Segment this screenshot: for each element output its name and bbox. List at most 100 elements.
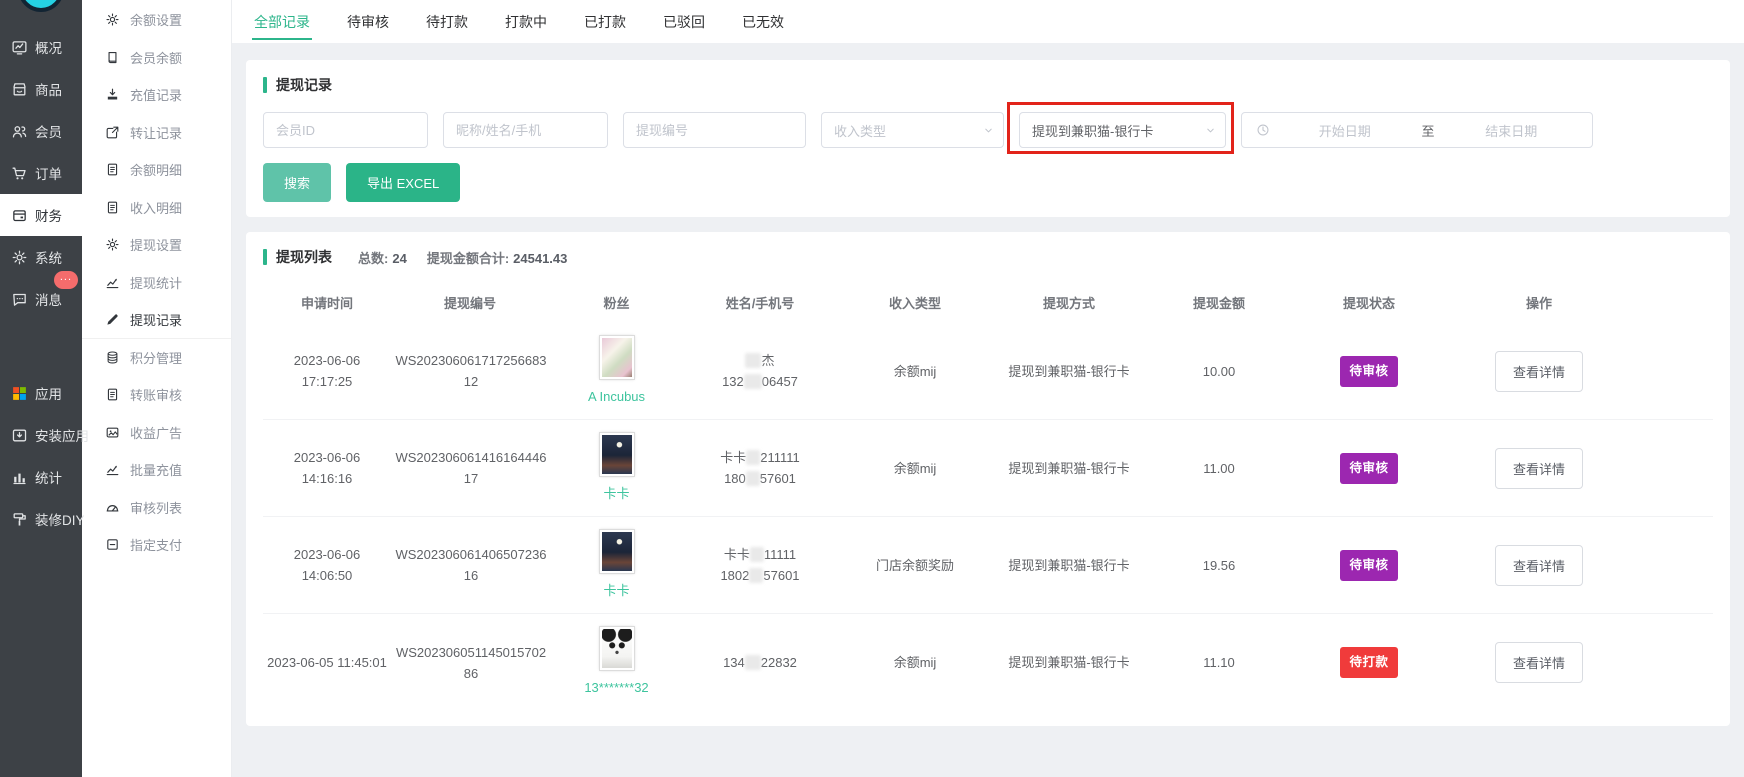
clock-icon bbox=[1256, 123, 1270, 137]
rail-item-6[interactable]: 消息... bbox=[0, 278, 82, 320]
doc-icon bbox=[105, 200, 120, 215]
status-badge: 待审核 bbox=[1340, 356, 1397, 387]
submenu-item-10[interactable]: 转账审核 bbox=[82, 376, 231, 414]
tab-6[interactable]: 已无效 bbox=[742, 0, 784, 43]
column-header-7: 提现状态 bbox=[1294, 293, 1444, 312]
submenu-item-14[interactable]: 指定支付 bbox=[82, 526, 231, 564]
gear-icon bbox=[11, 249, 28, 266]
withdraw-method-select-wrap: 提现到兼职猫-银行卡 bbox=[1019, 112, 1226, 148]
rail-item-4[interactable]: 财务 bbox=[0, 194, 82, 236]
withdraw-no-input[interactable] bbox=[623, 112, 806, 148]
tab-5[interactable]: 已驳回 bbox=[663, 0, 705, 43]
install-icon bbox=[11, 427, 28, 444]
fan-nickname[interactable]: 13*******32 bbox=[584, 677, 648, 698]
end-date-input[interactable]: 结束日期 bbox=[1441, 121, 1583, 140]
withdraw-amount: 10.00 bbox=[1144, 355, 1294, 388]
chart-icon bbox=[105, 275, 120, 290]
roller-icon bbox=[11, 511, 28, 528]
privacy-blur bbox=[745, 353, 761, 368]
tab-1[interactable]: 待审核 bbox=[347, 0, 389, 43]
customer-phone: 18057601 bbox=[688, 468, 832, 489]
privacy-blur bbox=[749, 568, 763, 583]
rail-item-9[interactable]: 统计 bbox=[0, 456, 82, 498]
view-detail-button[interactable]: 查看详情 bbox=[1495, 545, 1583, 586]
rail-item-0[interactable]: 概况 bbox=[0, 26, 82, 68]
tab-2[interactable]: 待打款 bbox=[426, 0, 468, 43]
submenu-item-1[interactable]: 会员余额 bbox=[82, 39, 231, 77]
store-icon bbox=[11, 81, 28, 98]
rail-item-1[interactable]: 商品 bbox=[0, 68, 82, 110]
gauge-icon bbox=[105, 500, 120, 515]
date-range-picker[interactable]: 开始日期 至 结束日期 bbox=[1241, 112, 1593, 148]
rail-item-8[interactable]: 安装应用 bbox=[0, 414, 82, 456]
submenu-item-11[interactable]: 收益广告 bbox=[82, 414, 231, 452]
submenu-item-label: 会员余额 bbox=[130, 48, 182, 67]
masked-text: 57601 bbox=[760, 471, 796, 486]
start-date-input[interactable]: 开始日期 bbox=[1274, 121, 1416, 140]
apply-time: 2023-06-06 14:06:50 bbox=[263, 538, 391, 592]
submenu-item-6[interactable]: 提现设置 bbox=[82, 226, 231, 264]
view-detail-button[interactable]: 查看详情 bbox=[1495, 448, 1583, 489]
rail-item-7[interactable]: 应用 bbox=[0, 372, 82, 414]
rail-item-3[interactable]: 订单 bbox=[0, 152, 82, 194]
rail-item-2[interactable]: 会员 bbox=[0, 110, 82, 152]
rail-item-10[interactable]: 装修DIY bbox=[0, 498, 82, 540]
chart-icon bbox=[105, 462, 120, 477]
withdraw-amount: 11.10 bbox=[1144, 646, 1294, 679]
coins-icon bbox=[105, 350, 120, 365]
withdraw-method: 提现到兼职猫-银行卡 bbox=[994, 355, 1144, 388]
cart-icon bbox=[11, 165, 28, 182]
view-detail-button[interactable]: 查看详情 bbox=[1495, 351, 1583, 392]
primary-nav-list: 概况商品会员订单财务系统消息...应用安装应用统计装修DIY bbox=[0, 26, 82, 540]
withdraw-amount: 19.56 bbox=[1144, 549, 1294, 582]
submenu-item-9[interactable]: 积分管理 bbox=[82, 339, 231, 377]
column-header-3: 姓名/手机号 bbox=[684, 293, 836, 312]
submenu-item-0[interactable]: 余额设置 bbox=[82, 1, 231, 39]
member-id-input[interactable] bbox=[263, 112, 428, 148]
apply-time: 2023-06-06 14:16:16 bbox=[263, 441, 391, 495]
primary-sidebar: 概况商品会员订单财务系统消息...应用安装应用统计装修DIY bbox=[0, 0, 82, 777]
submenu-item-5[interactable]: 收入明细 bbox=[82, 189, 231, 227]
withdraw-search-card: 提现记录 收入类型 提现到兼职猫-银行卡 bbox=[246, 60, 1730, 217]
fan-cell: 卡卡 bbox=[553, 433, 680, 504]
submenu-item-12[interactable]: 批量充值 bbox=[82, 451, 231, 489]
tab-0[interactable]: 全部记录 bbox=[254, 0, 310, 43]
search-button[interactable]: 搜索 bbox=[263, 163, 331, 202]
rail-gap bbox=[0, 320, 82, 372]
submenu-item-2[interactable]: 充值记录 bbox=[82, 76, 231, 114]
search-title-text: 提现记录 bbox=[276, 75, 332, 95]
submenu-item-label: 提现设置 bbox=[130, 235, 182, 254]
nickname-input[interactable] bbox=[443, 112, 608, 148]
apply-time: 2023-06-05 11:45:01 bbox=[263, 646, 391, 679]
submenu-item-7[interactable]: 提现统计 bbox=[82, 264, 231, 302]
masked-text: 134 bbox=[723, 655, 745, 670]
privacy-blur bbox=[744, 374, 762, 389]
submenu-item-13[interactable]: 审核列表 bbox=[82, 489, 231, 527]
submenu-item-4[interactable]: 余额明细 bbox=[82, 151, 231, 189]
fan-nickname[interactable]: 卡卡 bbox=[603, 580, 629, 601]
view-detail-button[interactable]: 查看详情 bbox=[1495, 642, 1583, 683]
fan-nickname[interactable]: 卡卡 bbox=[603, 483, 629, 504]
withdraw-amount: 11.00 bbox=[1144, 452, 1294, 485]
submenu-item-3[interactable]: 转让记录 bbox=[82, 114, 231, 152]
rail-item-label: 消息 bbox=[35, 289, 62, 309]
image-icon bbox=[105, 425, 120, 440]
submenu-item-label: 指定支付 bbox=[130, 535, 182, 554]
submenu-item-label: 转账审核 bbox=[130, 385, 182, 404]
name-phone-cell: 卡卡11111180257601 bbox=[684, 538, 836, 592]
withdraw-method-select[interactable]: 提现到兼职猫-银行卡 bbox=[1019, 112, 1226, 148]
income-type-select[interactable]: 收入类型 bbox=[821, 112, 1004, 148]
list-header: 提现列表 总数:24 提现金额合计:24541.43 bbox=[263, 247, 1713, 267]
tab-3[interactable]: 打款中 bbox=[505, 0, 547, 43]
withdraw-method: 提现到兼职猫-银行卡 bbox=[994, 452, 1144, 485]
tab-4[interactable]: 已打款 bbox=[584, 0, 626, 43]
column-header-1: 提现编号 bbox=[391, 293, 549, 312]
masked-text: 06457 bbox=[762, 374, 798, 389]
name-phone-cell: 13422832 bbox=[684, 646, 836, 679]
fan-nickname[interactable]: A Incubus bbox=[588, 386, 645, 407]
submenu-item-8[interactable]: 提现记录 bbox=[82, 301, 231, 339]
list-summary: 总数:24 提现金额合计:24541.43 bbox=[358, 248, 567, 267]
wallet-icon bbox=[11, 207, 28, 224]
export-excel-button[interactable]: 导出 EXCEL bbox=[346, 163, 460, 202]
withdraw-no: WS20230605114501570286 bbox=[395, 642, 547, 684]
